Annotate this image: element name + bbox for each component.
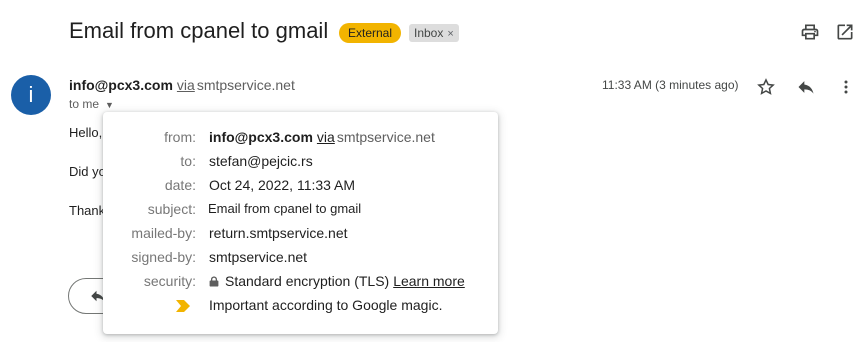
details-subject-row: subject: Email from cpanel to gmail — [103, 201, 498, 221]
details-date-row: date: Oct 24, 2022, 11:33 AM — [103, 177, 498, 197]
subject-label: subject: — [147, 201, 196, 217]
from-via-link[interactable]: via — [317, 129, 335, 145]
sender-address[interactable]: info@pcx3.com — [69, 77, 173, 93]
message-details-popup: from: info@pcx3.com via smtpservice.net to… — [103, 112, 498, 334]
via-domain: smtpservice.net — [196, 77, 295, 93]
email-view: Email from cpanel to gmail External Inbo… — [0, 0, 857, 342]
recipients-toggle[interactable]: to me ▼ — [69, 97, 114, 111]
body-line: Hello, — [69, 125, 103, 140]
details-to-row: to: stefan@pejcic.rs — [103, 153, 498, 173]
sender-line: info@pcx3.com via smtpservice.net — [69, 77, 295, 93]
to-value: stefan@pejcic.rs — [209, 153, 313, 169]
email-timestamp: 11:33 AM (3 minutes ago) — [602, 78, 739, 92]
date-value: Oct 24, 2022, 11:33 AM — [209, 177, 356, 193]
mailed-by-label: mailed-by: — [131, 225, 196, 241]
from-value: info@pcx3.com via smtpservice.net — [209, 129, 435, 145]
mailed-by-value: return.smtpservice.net — [209, 225, 348, 241]
more-vert-icon[interactable] — [836, 77, 856, 97]
star-icon[interactable] — [756, 77, 776, 97]
signed-by-value: smtpservice.net — [209, 249, 308, 265]
inbox-label-text: Inbox — [414, 26, 444, 40]
details-security-row: security: Standard encryption (TLS) Learn… — [103, 273, 498, 293]
subject-value: Email from cpanel to gmail — [208, 201, 362, 216]
sender-avatar: i — [11, 75, 51, 115]
lock-icon — [209, 276, 219, 287]
via-link[interactable]: via — [177, 77, 195, 93]
security-label: security: — [143, 273, 196, 289]
external-badge: External — [339, 23, 402, 43]
learn-more-link[interactable]: Learn more — [393, 273, 465, 289]
details-signed-by-row: signed-by: smtpservice.net — [103, 249, 498, 269]
signed-by-label: signed-by: — [131, 249, 196, 265]
details-importance-row: Important according to Google magic. — [103, 297, 498, 317]
open-in-new-window-icon[interactable] — [835, 22, 855, 42]
body-line: Did yo — [69, 164, 106, 179]
print-icon[interactable] — [800, 22, 820, 42]
remove-label-icon[interactable]: × — [447, 28, 453, 40]
reply-icon[interactable] — [796, 77, 816, 97]
security-text: Standard encryption (TLS) — [225, 273, 390, 289]
inbox-label[interactable]: Inbox × — [409, 24, 459, 42]
to-label: to: — [180, 153, 196, 169]
chevron-down-icon[interactable]: ▼ — [105, 100, 114, 110]
details-from-row: from: info@pcx3.com via smtpservice.net — [103, 129, 498, 149]
body-line: Thank — [69, 203, 106, 218]
to-me-label: to me — [69, 97, 100, 111]
details-mailed-by-row: mailed-by: return.smtpservice.net — [103, 225, 498, 245]
importance-value: Important according to Google magic. — [209, 297, 443, 313]
importance-marker-icon — [176, 300, 190, 312]
from-address: info@pcx3.com — [209, 129, 313, 145]
from-label: from: — [164, 129, 196, 145]
date-label: date: — [164, 177, 196, 193]
security-value: Standard encryption (TLS) Learn more — [209, 273, 465, 289]
from-domain: smtpservice.net — [336, 129, 435, 145]
email-subject: Email from cpanel to gmail — [69, 18, 329, 43]
